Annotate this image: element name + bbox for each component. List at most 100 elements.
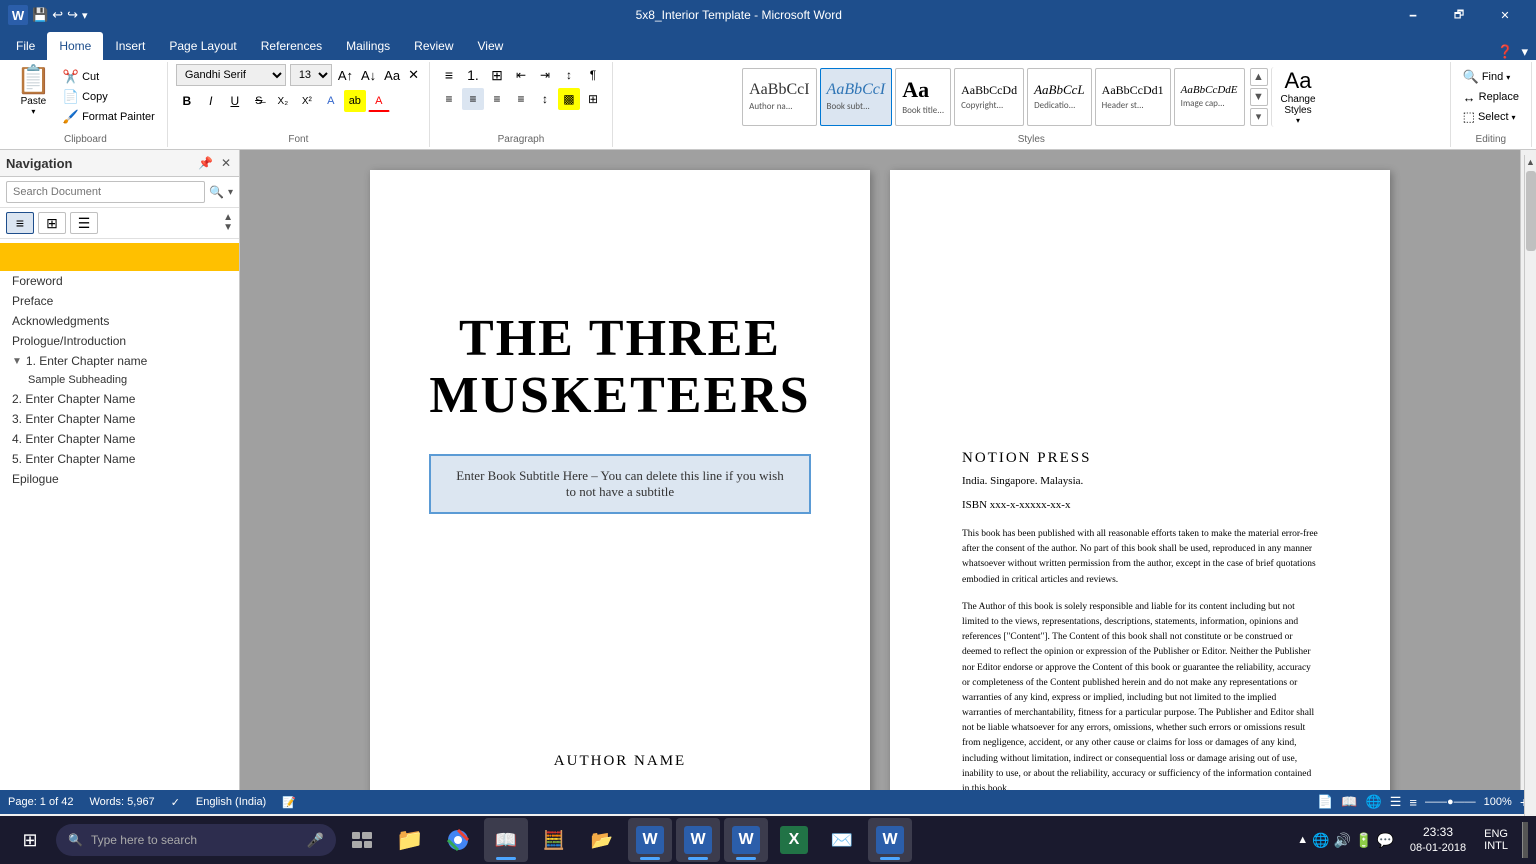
nav-item-foreword[interactable]: Foreword xyxy=(0,271,239,291)
style-copyright[interactable]: AaBbCcDd Copyright... xyxy=(954,68,1024,126)
spell-check-icon[interactable]: ✓ xyxy=(171,796,180,809)
shading-button[interactable]: ▩ xyxy=(558,88,580,110)
change-styles-button[interactable]: Aa Change Styles ▾ xyxy=(1271,67,1321,127)
sort-button[interactable]: ↕ xyxy=(558,64,580,86)
font-color-button[interactable]: A xyxy=(368,90,390,112)
style-book-subtitle[interactable]: AaBbCcI Book subt... xyxy=(820,68,893,126)
subtitle-box[interactable]: Enter Book Subtitle Here – You can delet… xyxy=(429,454,810,514)
align-center-button[interactable]: ≡ xyxy=(462,88,484,110)
show-hide-button[interactable]: ¶ xyxy=(582,64,604,86)
nav-item-chapter2[interactable]: 2. Enter Chapter Name xyxy=(0,389,239,409)
nav-pin-button[interactable]: 📌 xyxy=(196,154,215,172)
italic-button[interactable]: I xyxy=(200,90,222,112)
bold-button[interactable]: B xyxy=(176,90,198,112)
superscript-button[interactable]: X² xyxy=(296,90,318,112)
nav-item-sample-subheading[interactable]: Sample Subheading xyxy=(0,371,239,389)
taskbar-word-5x8-l[interactable]: W xyxy=(724,818,768,862)
text-effects-button[interactable]: A xyxy=(320,90,342,112)
nav-item-chapter4[interactable]: 4. Enter Chapter Name xyxy=(0,429,239,449)
nav-search-more-icon[interactable]: ▾ xyxy=(228,187,233,198)
nav-item-prologue[interactable]: Prologue/Introduction xyxy=(0,331,239,351)
highlight-button[interactable]: ab xyxy=(344,90,366,112)
doc-view-draft[interactable]: ≡ xyxy=(1409,795,1417,810)
nav-item-acknowledgments[interactable]: Acknowledgments xyxy=(0,311,239,331)
time-block[interactable]: 23:33 08-01-2018 xyxy=(1402,825,1474,855)
select-button[interactable]: ⬚ Select ▾ xyxy=(1459,108,1520,126)
doc-view-web[interactable]: 🌐 xyxy=(1366,794,1382,810)
tab-mailings[interactable]: Mailings xyxy=(334,32,402,60)
justify-button[interactable]: ≡ xyxy=(510,88,532,110)
nav-view-results[interactable]: ☰ xyxy=(70,212,98,234)
nav-item-epilogue[interactable]: Epilogue xyxy=(0,469,239,489)
styles-more[interactable]: ▾ xyxy=(1250,108,1268,126)
nav-view-headings[interactable]: ≡ xyxy=(6,212,34,234)
taskbar-book-li[interactable]: 📖 xyxy=(484,818,528,862)
quick-undo-icon[interactable]: ↩ xyxy=(52,7,63,23)
locale-block[interactable]: ENG INTL xyxy=(1478,828,1514,852)
tab-file[interactable]: File xyxy=(4,32,47,60)
style-image-caption[interactable]: AaBbCcDdE Image cap... xyxy=(1174,68,1245,126)
font-shrink-button[interactable]: A↓ xyxy=(359,66,378,85)
tray-notification-icon[interactable]: 💬 xyxy=(1376,832,1393,849)
clear-format-button[interactable]: ✕ xyxy=(406,65,421,85)
style-author[interactable]: AaBbCcI Author na... xyxy=(742,68,816,126)
show-desktop-button[interactable] xyxy=(1522,822,1528,858)
ribbon-help-icon[interactable]: ❓ xyxy=(1497,44,1513,60)
bullets-button[interactable]: ≡ xyxy=(438,64,460,86)
taskbar-word-5x8[interactable]: W xyxy=(628,818,672,862)
close-button[interactable]: ✕ xyxy=(1482,0,1528,30)
tab-page-layout[interactable]: Page Layout xyxy=(157,32,248,60)
taskbar-excel[interactable]: X xyxy=(772,818,816,862)
start-button[interactable]: ⊞ xyxy=(8,818,52,862)
format-painter-button[interactable]: 🖌️ Format Painter xyxy=(59,108,159,126)
doc-view-outline[interactable]: ☰ xyxy=(1390,794,1402,810)
styles-scroll-up[interactable]: ▲ xyxy=(1250,68,1268,86)
taskbar-word-the-t[interactable]: W xyxy=(676,818,720,862)
taskbar-mail[interactable]: ✉️ xyxy=(820,818,864,862)
nav-close-button[interactable]: ✕ xyxy=(219,154,233,172)
taskbar-chrome[interactable] xyxy=(436,818,480,862)
underline-button[interactable]: U xyxy=(224,90,246,112)
nav-view-pages[interactable]: ⊞ xyxy=(38,212,66,234)
line-spacing-button[interactable]: ↕ xyxy=(534,88,556,110)
taskbar-calculator[interactable]: 🧮 xyxy=(532,818,576,862)
numbering-button[interactable]: 1. xyxy=(462,64,484,86)
tab-review[interactable]: Review xyxy=(402,32,465,60)
nav-search-input[interactable] xyxy=(6,181,205,203)
tray-volume-icon[interactable]: 🔊 xyxy=(1334,832,1351,849)
increase-indent-button[interactable]: ⇥ xyxy=(534,64,556,86)
taskbar-task-view[interactable] xyxy=(340,818,384,862)
taskbar-folder2[interactable]: 📂 xyxy=(580,818,624,862)
doc-view-read[interactable]: 📖 xyxy=(1341,794,1357,810)
tray-network-icon[interactable]: 🌐 xyxy=(1312,832,1329,849)
tray-up-arrow[interactable]: ▲ xyxy=(1297,834,1308,846)
style-header[interactable]: AaBbCcDd1 Header st... xyxy=(1095,68,1171,126)
nav-item-preface[interactable]: Preface xyxy=(0,291,239,311)
copy-button[interactable]: 📄 Copy xyxy=(59,88,159,106)
nav-search-icon[interactable]: 🔍 xyxy=(209,185,224,199)
language[interactable]: English (India) xyxy=(196,796,266,808)
nav-scroll-down[interactable]: ▼ xyxy=(223,223,233,233)
nav-item-chapter3[interactable]: 3. Enter Chapter Name xyxy=(0,409,239,429)
quick-save-icon[interactable]: 💾 xyxy=(32,7,48,23)
zoom-slider[interactable]: ——●—— xyxy=(1425,796,1476,808)
tab-insert[interactable]: Insert xyxy=(103,32,157,60)
tray-battery-icon[interactable]: 🔋 xyxy=(1355,832,1372,849)
style-book-title[interactable]: Aa Book title... xyxy=(895,68,951,126)
taskbar-word-5x8-in2[interactable]: W xyxy=(868,818,912,862)
cut-button[interactable]: ✂️ Cut xyxy=(59,68,159,86)
align-left-button[interactable]: ≡ xyxy=(438,88,460,110)
zoom-level[interactable]: 100% xyxy=(1484,796,1512,808)
nav-item-chapter1[interactable]: ▼ 1. Enter Chapter name xyxy=(0,351,239,371)
taskbar-file-explorer[interactable]: 📁 xyxy=(388,818,432,862)
borders-button[interactable]: ⊞ xyxy=(582,88,604,110)
nav-item-chapter5[interactable]: 5. Enter Chapter Name xyxy=(0,449,239,469)
font-grow-button[interactable]: A↑ xyxy=(336,66,355,85)
align-right-button[interactable]: ≡ xyxy=(486,88,508,110)
styles-scroll-down[interactable]: ▼ xyxy=(1250,88,1268,106)
find-button[interactable]: 🔍 Find ▾ xyxy=(1459,68,1515,86)
track-changes-icon[interactable]: 📝 xyxy=(282,796,296,809)
tab-home[interactable]: Home xyxy=(47,32,103,60)
font-name-select[interactable]: Gandhi Serif xyxy=(176,64,286,86)
style-dedication[interactable]: AaBbCcL Dedicatio... xyxy=(1027,68,1092,126)
